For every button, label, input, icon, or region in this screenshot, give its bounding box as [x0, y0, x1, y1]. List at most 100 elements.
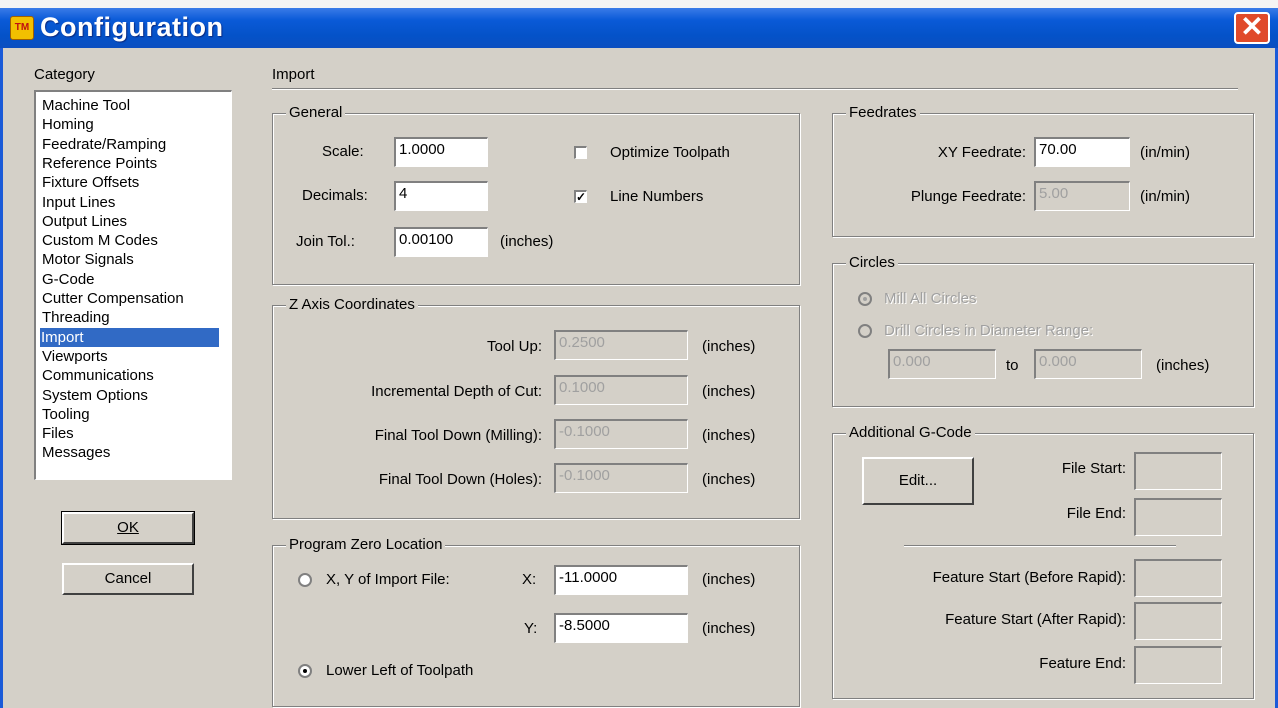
gcode-divider	[904, 545, 1176, 547]
cancel-button[interactable]: Cancel	[62, 563, 194, 595]
category-item[interactable]: Import	[40, 327, 219, 347]
general-group-title: General	[286, 104, 346, 121]
app-icon: TM	[10, 16, 34, 40]
close-icon: ✕	[1240, 11, 1264, 42]
tool-up-unit: (inches)	[702, 338, 756, 355]
feedrates-group-title: Feedrates	[846, 104, 920, 121]
x-input[interactable]: -11.0000	[554, 565, 688, 595]
join-tol-label: Join Tol.:	[296, 233, 355, 250]
page-title-divider	[272, 88, 1238, 90]
feature-start-before-indicator	[1134, 559, 1222, 597]
x-unit: (inches)	[702, 571, 756, 588]
x-label: X:	[522, 571, 537, 588]
feature-start-after-label: Feature Start (After Rapid):	[945, 611, 1126, 628]
line-numbers-checkbox[interactable]: ✓	[574, 190, 587, 203]
optimize-toolpath-label: Optimize Toolpath	[610, 144, 730, 161]
y-unit: (inches)	[702, 620, 756, 637]
xy-import-file-label: X, Y of Import File:	[326, 571, 450, 588]
diameter-to-input[interactable]: 0.000	[1034, 349, 1142, 379]
feature-start-before-label: Feature Start (Before Rapid):	[932, 569, 1126, 586]
category-item[interactable]: Reference Points	[41, 154, 157, 173]
mill-all-circles-label: Mill All Circles	[884, 290, 977, 307]
z-axis-group-title: Z Axis Coordinates	[286, 296, 418, 313]
lower-left-radio[interactable]	[298, 664, 312, 678]
file-end-label: File End:	[1066, 505, 1126, 522]
xy-feedrate-label: XY Feedrate:	[937, 144, 1026, 161]
line-numbers-label: Line Numbers	[610, 188, 704, 205]
category-item[interactable]: G-Code	[41, 270, 95, 289]
incremental-depth-unit: (inches)	[702, 383, 756, 400]
category-item[interactable]: Motor Signals	[41, 250, 134, 269]
feature-start-after-indicator	[1134, 602, 1222, 640]
scale-input[interactable]: 1.0000	[394, 137, 488, 167]
category-item[interactable]: Tooling	[41, 405, 90, 424]
category-item[interactable]: Files	[41, 424, 74, 443]
decimals-input[interactable]: 4	[394, 181, 488, 211]
top-strip	[0, 0, 1278, 8]
file-start-indicator	[1134, 452, 1222, 490]
xy-feedrate-unit: (in/min)	[1140, 144, 1191, 161]
ok-button[interactable]: OK	[61, 511, 195, 545]
category-label: Category	[34, 66, 95, 83]
plunge-feedrate-label: Plunge Feedrate:	[910, 188, 1026, 205]
diameter-from-input[interactable]: 0.000	[888, 349, 996, 379]
edit-button[interactable]: Edit...	[862, 457, 974, 505]
window-border-left	[0, 48, 3, 708]
final-tool-down-holes-input[interactable]: -0.1000	[554, 463, 688, 493]
category-item[interactable]: Viewports	[41, 347, 108, 366]
page-title: Import	[272, 66, 315, 83]
incremental-depth-input[interactable]: 0.1000	[554, 375, 688, 405]
y-input[interactable]: -8.5000	[554, 613, 688, 643]
category-item[interactable]: Cutter Compensation	[41, 289, 184, 308]
decimals-label: Decimals:	[302, 187, 368, 204]
drill-circles-label: Drill Circles in Diameter Range:	[884, 322, 1094, 339]
category-item[interactable]: Feedrate/Ramping	[41, 135, 166, 154]
category-item[interactable]: Homing	[41, 115, 94, 134]
radio-selected-dot	[303, 669, 307, 673]
category-list[interactable]: Machine Tool Homing Feedrate/Ramping Refere…	[34, 90, 232, 480]
window-title: Configuration	[40, 12, 224, 42]
ok-button-label: OK	[117, 519, 139, 536]
category-item[interactable]: Custom M Codes	[41, 231, 158, 250]
plunge-feedrate-unit: (in/min)	[1140, 188, 1191, 205]
feature-end-label: Feature End:	[1039, 655, 1126, 672]
circles-group-title: Circles	[846, 254, 898, 271]
category-item[interactable]: Threading	[41, 308, 110, 327]
radio-selected-dot	[863, 297, 867, 301]
edit-button-label: Edit...	[898, 472, 938, 489]
cancel-button-label: Cancel	[104, 570, 152, 587]
program-zero-group-title: Program Zero Location	[286, 536, 446, 553]
mill-all-circles-radio[interactable]	[858, 292, 872, 306]
xy-import-file-radio[interactable]	[298, 573, 312, 587]
category-item[interactable]: Communications	[41, 366, 154, 385]
tool-up-label: Tool Up:	[486, 338, 542, 355]
close-button[interactable]: ✕	[1234, 12, 1270, 44]
feature-end-indicator	[1134, 646, 1222, 684]
join-tol-input[interactable]: 0.00100	[394, 227, 488, 257]
tool-up-input[interactable]: 0.2500	[554, 330, 688, 360]
category-item[interactable]: Machine Tool	[41, 96, 130, 115]
final-tool-down-holes-unit: (inches)	[702, 471, 756, 488]
category-item[interactable]: System Options	[41, 386, 148, 405]
optimize-toolpath-checkbox[interactable]	[574, 146, 587, 159]
incremental-depth-label: Incremental Depth of Cut:	[371, 383, 542, 400]
final-tool-down-milling-input[interactable]: -0.1000	[554, 419, 688, 449]
final-tool-down-milling-label: Final Tool Down (Milling):	[374, 427, 542, 444]
category-item[interactable]: Input Lines	[41, 193, 115, 212]
diameter-unit: (inches)	[1156, 357, 1210, 374]
category-item[interactable]: Output Lines	[41, 212, 127, 231]
final-tool-down-milling-unit: (inches)	[702, 427, 756, 444]
scale-label: Scale:	[322, 143, 364, 160]
drill-circles-radio[interactable]	[858, 324, 872, 338]
plunge-feedrate-input[interactable]: 5.00	[1034, 181, 1130, 211]
join-tol-unit: (inches)	[500, 233, 554, 250]
category-item[interactable]: Messages	[41, 443, 110, 462]
file-end-indicator	[1134, 498, 1222, 536]
additional-gcode-group-title: Additional G-Code	[846, 424, 975, 441]
y-label: Y:	[524, 620, 538, 637]
file-start-label: File Start:	[1061, 460, 1126, 477]
final-tool-down-holes-label: Final Tool Down (Holes):	[378, 471, 542, 488]
feedrates-group	[832, 113, 1254, 237]
category-item[interactable]: Fixture Offsets	[41, 173, 139, 192]
xy-feedrate-input[interactable]: 70.00	[1034, 137, 1130, 167]
